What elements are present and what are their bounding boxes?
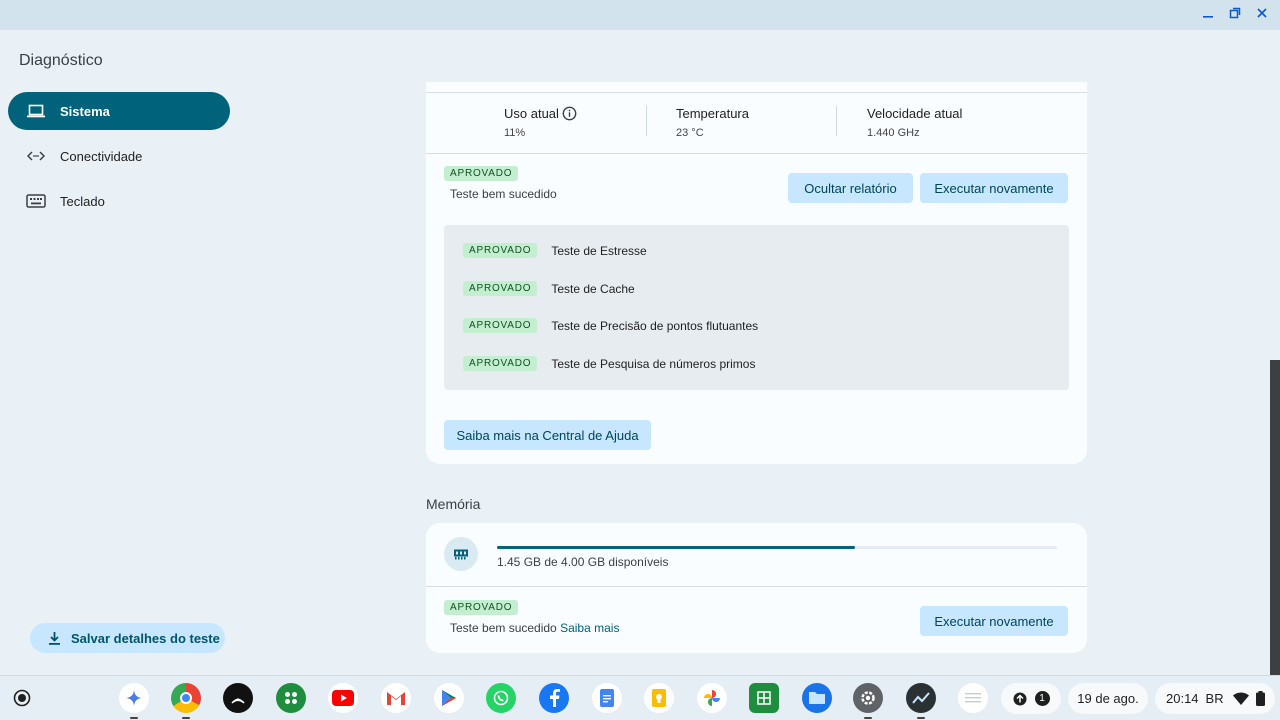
sidebar-item-conectividade[interactable]: Conectividade	[8, 137, 230, 175]
podcasts-icon[interactable]	[223, 683, 253, 713]
cpu-card: Uso atual 11% Temperatura 23 °C Velocida…	[426, 82, 1087, 464]
save-button-label: Salvar detalhes do teste	[71, 630, 220, 646]
metric-label-temperature: Temperatura	[676, 106, 749, 121]
status-badge: APROVADO	[444, 600, 519, 615]
download-icon	[49, 632, 60, 645]
whatsapp-icon[interactable]	[486, 683, 516, 713]
notification-count: 1	[1034, 691, 1050, 706]
gmail-icon[interactable]	[381, 683, 411, 713]
status-text: Teste bem sucedido	[450, 621, 557, 635]
memory-chip-icon	[444, 537, 478, 571]
sidebar-item-teclado[interactable]: Teclado	[8, 182, 230, 220]
laptop-icon	[26, 104, 46, 118]
metric-label-usage: Uso atual	[504, 106, 559, 121]
photos-icon[interactable]	[697, 683, 727, 713]
memory-rerun-button[interactable]: Executar novamente	[920, 606, 1068, 636]
wifi-icon	[1232, 692, 1249, 705]
status-line: Teste bem sucedido Saiba mais	[450, 621, 619, 635]
metric-value-speed: 1.440 GHz	[867, 127, 920, 139]
date-text: 19 de ago.	[1077, 691, 1139, 706]
sidebar-item-sistema[interactable]: Sistema	[8, 92, 230, 130]
running-indicator	[864, 717, 872, 719]
upload-icon	[1013, 692, 1026, 705]
test-row: APROVADO Teste de Pesquisa de números pr…	[463, 356, 755, 371]
minimize-icon[interactable]	[1199, 6, 1217, 24]
running-indicator	[917, 717, 925, 719]
metric-value-usage: 11%	[504, 127, 526, 139]
save-test-details-button[interactable]: Salvar detalhes do teste	[30, 623, 225, 653]
memory-progress-track	[497, 546, 1057, 549]
help-center-button[interactable]: Saiba mais na Central de Ajuda	[444, 420, 651, 450]
test-name: Teste de Estresse	[551, 243, 647, 258]
facebook-icon[interactable]	[539, 683, 569, 713]
sheets-icon[interactable]	[749, 683, 779, 713]
date-pill[interactable]: 19 de ago.	[1068, 683, 1148, 714]
divider	[426, 92, 1087, 93]
divider	[426, 586, 1087, 587]
files-icon[interactable]	[802, 683, 832, 713]
test-name: Teste de Pesquisa de números primos	[551, 356, 756, 371]
gemini-icon[interactable]	[119, 683, 149, 713]
chrome-icon[interactable]	[171, 683, 201, 713]
close-icon[interactable]	[1253, 6, 1271, 24]
memory-progress-fill	[497, 546, 856, 549]
launcher-icon[interactable]	[8, 684, 36, 712]
metric-label-speed: Velocidade atual	[867, 106, 963, 121]
play-store-icon[interactable]	[434, 683, 464, 713]
status-text: Teste bem sucedido	[450, 187, 557, 201]
sidebar-item-label: Sistema	[60, 103, 110, 119]
memory-card: 1.45 GB de 4.00 GB disponíveis APROVADO …	[426, 523, 1087, 653]
info-icon[interactable]	[562, 106, 577, 121]
section-title-memory: Memória	[426, 496, 481, 512]
clock-text: 20:14	[1166, 691, 1199, 706]
divider	[646, 106, 647, 136]
running-indicator	[130, 717, 138, 719]
diagnostics-app: Diagnóstico Sistema Conectividade Teclad…	[0, 30, 1280, 675]
test-name: Teste de Cache	[551, 281, 635, 296]
running-indicator	[182, 717, 190, 719]
apps-icon[interactable]	[276, 683, 306, 713]
test-row: APROVADO Teste de Cache	[463, 281, 635, 296]
restore-icon[interactable]	[1226, 6, 1244, 24]
divider	[836, 106, 837, 136]
notification-tray[interactable]: 1	[1001, 683, 1061, 714]
divider	[426, 153, 1087, 154]
rerun-button[interactable]: Executar novamente	[920, 173, 1068, 203]
test-name: Teste de Precisão de pontos flutuantes	[551, 318, 759, 333]
keyboard-icon	[26, 194, 46, 208]
keep-icon[interactable]	[644, 683, 674, 713]
metric-value-temperature: 23 °C	[676, 127, 704, 139]
test-row: APROVADO Teste de Precisão de pontos flu…	[463, 318, 758, 333]
hide-report-button[interactable]: Ocultar relatório	[788, 173, 913, 203]
test-badge: APROVADO	[463, 356, 538, 371]
docs-icon[interactable]	[592, 683, 622, 713]
test-results-panel: APROVADO Teste de Estresse APROVADO Test…	[444, 225, 1069, 390]
status-area[interactable]: 20:14 BR	[1155, 683, 1275, 714]
test-badge: APROVADO	[463, 318, 538, 333]
title-bar	[0, 0, 1280, 30]
learn-more-link[interactable]: Saiba mais	[560, 621, 619, 635]
youtube-icon[interactable]	[328, 683, 358, 713]
shelf: 1 19 de ago. 20:14 BR	[0, 675, 1280, 720]
status-badge: APROVADO	[444, 166, 519, 181]
battery-icon	[1255, 691, 1265, 706]
code-arrows-icon	[26, 151, 46, 161]
keyboard-locale: BR	[1205, 691, 1224, 706]
sidebar-item-label: Teclado	[60, 193, 105, 209]
test-badge: APROVADO	[463, 281, 538, 296]
memory-available-text: 1.45 GB de 4.00 GB disponíveis	[497, 555, 669, 569]
scrollbar[interactable]	[1270, 360, 1280, 675]
app-title: Diagnóstico	[19, 52, 103, 69]
test-row: APROVADO Teste de Estresse	[463, 243, 647, 258]
sidebar-item-label: Conectividade	[60, 148, 143, 164]
settings-icon[interactable]	[853, 683, 883, 713]
test-badge: APROVADO	[463, 243, 538, 258]
notes-icon[interactable]	[958, 683, 988, 713]
diagnostics-icon[interactable]	[906, 683, 936, 713]
